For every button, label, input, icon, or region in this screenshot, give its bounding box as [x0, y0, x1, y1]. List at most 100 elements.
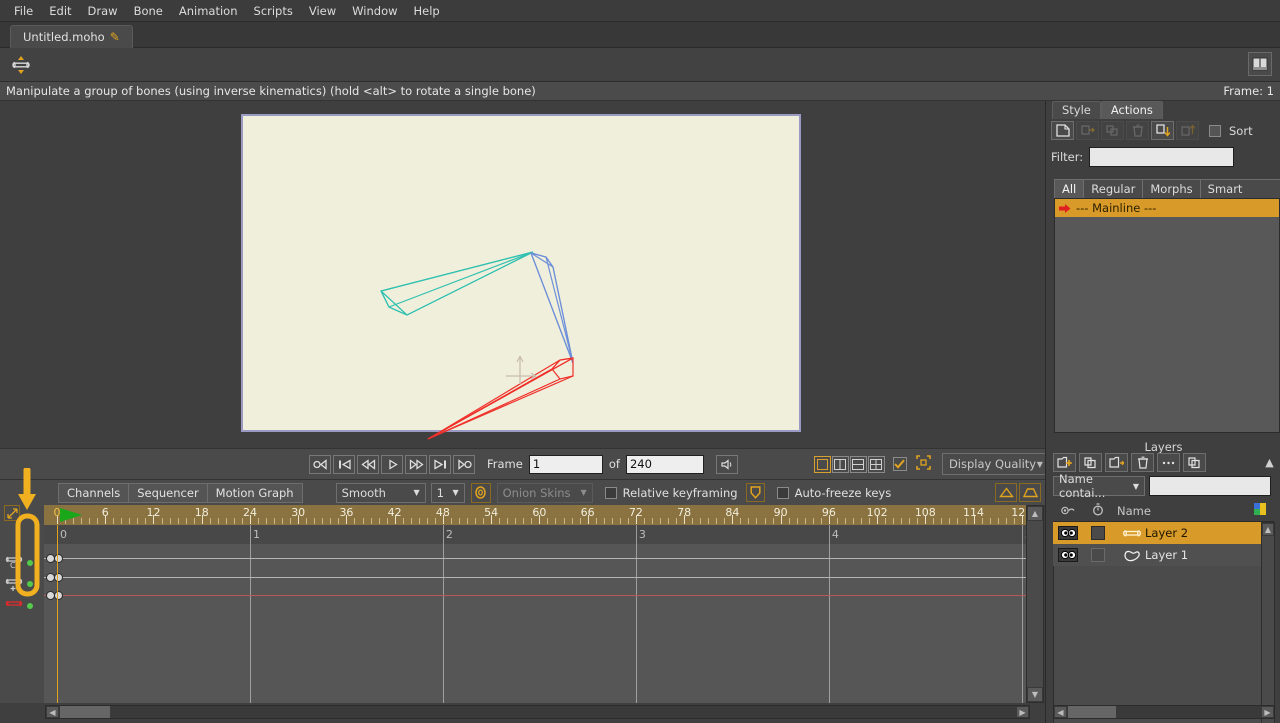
shield-icon[interactable] [745, 483, 765, 502]
layers-list[interactable]: Layer 2 Layer 1 [1053, 522, 1274, 566]
layer-search-mode-dropdown[interactable]: Name contai... ▼ [1053, 472, 1145, 500]
tab-sequencer[interactable]: Sequencer [128, 482, 208, 503]
new-layer-icon[interactable] [1053, 453, 1076, 472]
next-keyframe-button[interactable] [429, 454, 451, 474]
more-options-icon[interactable] [1157, 453, 1180, 472]
menu-item-help[interactable]: Help [406, 2, 448, 20]
tab-channels[interactable]: Channels [58, 482, 130, 503]
scroll-down-button[interactable]: ▼ [1027, 687, 1043, 702]
layer-settings-icon[interactable] [1183, 453, 1206, 472]
display-quality-dropdown[interactable]: Display Quality ▼ [941, 453, 1050, 475]
menu-item-file[interactable]: File [6, 2, 41, 20]
chevron-up-icon[interactable]: ▲ [1258, 453, 1280, 472]
status-hint-text: Manipulate a group of bones (using inver… [6, 84, 536, 98]
step-forward-button[interactable] [405, 454, 427, 474]
canvas-viewport[interactable] [0, 101, 1045, 448]
layers-empty-area[interactable] [1053, 566, 1261, 723]
layer-search-input[interactable] [1149, 476, 1271, 496]
rewind-to-start-button[interactable] [309, 454, 331, 474]
menu-item-animation[interactable]: Animation [171, 2, 246, 20]
bone-manipulate-icon[interactable] [8, 55, 34, 75]
timeline-hscrollbar[interactable]: ◀ ▶ [45, 705, 1030, 719]
sort-checkbox[interactable] [1209, 124, 1221, 137]
document-tab[interactable]: Untitled.moho ✎ [10, 25, 133, 48]
timeline-channel-row[interactable] [44, 577, 1026, 578]
layer-row-layer1[interactable]: Layer 1 [1053, 544, 1274, 566]
onion-skins-dropdown[interactable]: Onion Skins ▼ [496, 482, 593, 503]
layers-scroll-up-button[interactable]: ▲ [1262, 523, 1274, 536]
step-back-button[interactable] [357, 454, 379, 474]
interpolation-dropdown[interactable]: Smooth ▼ [335, 482, 426, 503]
timeline-ruler[interactable]: 0 6 12 18 24 30 36 42 48 54 60 66 72 78 84 90 96 102 108 11… [44, 505, 1026, 525]
timeline-playhead[interactable] [57, 525, 58, 703]
filter-input[interactable] [1089, 147, 1235, 167]
new-action-icon[interactable] [1051, 121, 1074, 140]
go-to-end-button[interactable] [453, 454, 475, 474]
menu-item-bone[interactable]: Bone [126, 2, 171, 20]
menu-item-edit[interactable]: Edit [41, 2, 79, 20]
interpolation-steps-dropdown[interactable]: 1 ▼ [430, 482, 465, 503]
actions-list[interactable]: --- Mainline --- [1054, 198, 1280, 433]
prev-keyframe-button[interactable] [333, 454, 355, 474]
timeline-channel-row[interactable] [44, 558, 1026, 559]
scroll-right-button[interactable]: ▶ [1016, 706, 1029, 718]
layer-row-layer2[interactable]: Layer 2 [1053, 522, 1274, 544]
keyframe-marker[interactable] [54, 573, 63, 582]
menu-item-draw[interactable]: Draw [80, 2, 126, 20]
layers-scroll-left-button[interactable]: ◀ [1054, 706, 1067, 718]
layers-hscrollbar[interactable]: ◀ ▶ [1053, 705, 1275, 719]
hscroll-thumb[interactable] [60, 706, 110, 718]
channel-indicator-1[interactable] [27, 560, 33, 566]
relative-keyframing-checkbox[interactable] [604, 486, 617, 499]
onion-skin-icon[interactable] [470, 482, 491, 503]
tab-actions[interactable]: Actions [1100, 101, 1163, 119]
frame-input[interactable]: 1 [528, 454, 603, 474]
ruler-tick [330, 518, 332, 524]
tab-style[interactable]: Style [1052, 101, 1101, 119]
layer-visibility-toggle[interactable] [1053, 526, 1083, 540]
tab-motion-graph[interactable]: Motion Graph [206, 482, 303, 503]
delete-layer-icon[interactable] [1131, 453, 1154, 472]
layers-hscroll-thumb[interactable] [1068, 706, 1116, 718]
new-group-icon[interactable] [1105, 453, 1128, 472]
channel-indicator-3[interactable] [27, 603, 33, 609]
play-button[interactable] [381, 454, 403, 474]
keyframe-marker[interactable] [54, 554, 63, 563]
channel-indicator-2[interactable] [27, 581, 33, 587]
layers-vscrollbar[interactable]: ▲ [1261, 522, 1275, 723]
layout-horizontal-split-button[interactable] [849, 455, 867, 473]
total-frames-input[interactable]: 240 [625, 454, 704, 474]
duplicate-layer-icon[interactable] [1079, 453, 1102, 472]
timeline-vscrollbar[interactable]: ▲ ▼ [1026, 505, 1044, 703]
layout-two-split-button[interactable] [831, 455, 849, 473]
keyframe-marker[interactable] [54, 591, 63, 600]
menu-item-window[interactable]: Window [344, 2, 405, 20]
scroll-left-button[interactable]: ◀ [46, 706, 59, 718]
menu-item-view[interactable]: View [301, 2, 344, 20]
playhead-marker-icon[interactable] [58, 506, 84, 524]
ruler-tick [507, 518, 509, 524]
expand-timeline-icon[interactable] [4, 505, 20, 521]
triangle-ease-icon[interactable] [995, 483, 1017, 502]
view-toggle-checkbox[interactable] [892, 457, 907, 471]
ruler-tick [563, 518, 565, 524]
select-bounds-icon[interactable] [916, 455, 931, 473]
scroll-up-button[interactable]: ▲ [1027, 506, 1043, 521]
layer-timing-box[interactable] [1083, 548, 1113, 562]
menu-item-scripts[interactable]: Scripts [246, 2, 301, 20]
speaker-icon[interactable] [715, 454, 738, 474]
visibility-eye-icon [1053, 504, 1083, 518]
timeline-channels-area[interactable]: 012345 [44, 525, 1026, 703]
layout-quad-view-button[interactable] [867, 455, 885, 473]
layer-visibility-toggle[interactable] [1053, 548, 1083, 562]
layout-single-view-button[interactable] [813, 455, 831, 473]
document-view-button[interactable] [1248, 52, 1272, 76]
layer-timing-box[interactable] [1083, 526, 1113, 540]
auto-freeze-keys-checkbox[interactable] [776, 486, 789, 499]
insert-action-icon[interactable] [1151, 121, 1174, 140]
action-item-mainline[interactable]: --- Mainline --- [1055, 199, 1279, 217]
layers-scroll-right-button[interactable]: ▶ [1261, 706, 1274, 718]
timeline-channel-row[interactable] [44, 595, 1026, 596]
trapezoid-ease-icon[interactable] [1019, 483, 1041, 502]
layer-name: Layer 1 [1145, 548, 1189, 562]
